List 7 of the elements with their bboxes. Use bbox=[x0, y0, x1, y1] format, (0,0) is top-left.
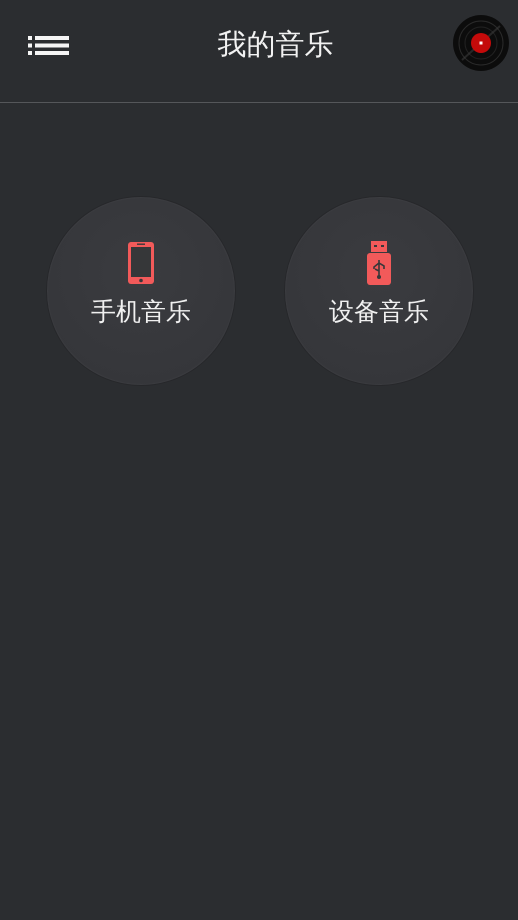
music-source-button[interactable]: 手机音乐 bbox=[46, 196, 236, 386]
usb-drive-icon bbox=[367, 241, 391, 285]
menu-icon[interactable] bbox=[28, 36, 69, 56]
vinyl-record-icon[interactable] bbox=[452, 14, 510, 72]
phone-icon bbox=[127, 241, 155, 285]
music-source-button[interactable]: 设备音乐 bbox=[284, 196, 474, 386]
page-title: 我的音乐 bbox=[218, 26, 334, 63]
